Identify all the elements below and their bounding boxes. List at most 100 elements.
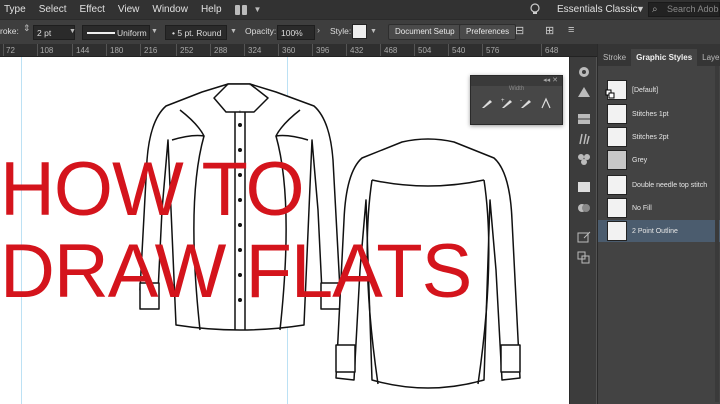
- menu-help[interactable]: Help: [195, 4, 229, 15]
- ruler-line: [210, 44, 211, 56]
- style-item-grey[interactable]: Grey: [598, 149, 720, 171]
- default-style-icon: [605, 89, 615, 99]
- profile-label: Uniform: [117, 28, 147, 38]
- tab-stroke[interactable]: Stroke: [598, 49, 631, 66]
- profile-chevron-icon[interactable]: ▼: [151, 28, 158, 35]
- menu-effect[interactable]: Effect: [73, 4, 111, 15]
- ruler-tick: 108: [40, 46, 54, 55]
- style-item-2-point-outline[interactable]: 2 Point Outline: [598, 220, 720, 242]
- panel-collapse-icon[interactable]: ◂◂ ✕: [471, 76, 562, 86]
- brush-dot-icon: •: [172, 28, 175, 38]
- svg-text:+: +: [501, 98, 505, 104]
- ruler-tick: 432: [350, 46, 364, 55]
- svg-text:-: -: [520, 98, 522, 104]
- add-anchor-icon[interactable]: +: [500, 96, 514, 110]
- panel-tabs: Stroke Graphic Styles Layers: [598, 44, 720, 66]
- style-label: [Default]: [632, 86, 659, 94]
- stroke-label: roke:: [0, 26, 19, 36]
- gradient-icon[interactable]: [576, 180, 592, 194]
- anchor-point-icon[interactable]: [539, 96, 553, 110]
- workspace-switcher[interactable]: Essentials Classic: [557, 4, 638, 15]
- transform-icon[interactable]: ⊞: [545, 24, 554, 37]
- style-label: Style:: [330, 26, 352, 36]
- transparency-icon[interactable]: [576, 201, 592, 215]
- ruler-line: [448, 44, 449, 56]
- chevron-down-icon[interactable]: ▼: [254, 5, 262, 14]
- artboards-icon[interactable]: [576, 250, 592, 264]
- panel-icon-strip: [569, 57, 596, 404]
- style-item-no-fill[interactable]: No Fill: [598, 197, 720, 219]
- ruler-line: [37, 44, 38, 56]
- style-swatch: [607, 198, 627, 218]
- style-label: Double needle top stitch: [632, 181, 708, 189]
- menu-view[interactable]: View: [112, 4, 147, 15]
- opacity-field[interactable]: 100%: [277, 25, 315, 40]
- ruler-tick: 216: [144, 46, 158, 55]
- style-item-stitches-2pt[interactable]: Stitches 2pt: [598, 126, 720, 148]
- ruler-line: [176, 44, 177, 56]
- ruler-line: [72, 44, 73, 56]
- headline-line-2: DRAW FLATS: [0, 229, 472, 314]
- stroke-stepper-icon[interactable]: ⇕: [23, 23, 31, 34]
- style-swatch[interactable]: [352, 24, 367, 39]
- ruler-line: [140, 44, 141, 56]
- ruler-tick: 360: [282, 46, 296, 55]
- ruler-tick: 180: [110, 46, 124, 55]
- back-cuff-right: [500, 344, 521, 373]
- ruler-line: [380, 44, 381, 56]
- profile-line-icon: [87, 32, 115, 34]
- preferences-button[interactable]: Preferences: [459, 24, 517, 40]
- ruler-line: [346, 44, 347, 56]
- headline-line-1: HOW TO: [0, 147, 305, 232]
- stroke-weight-chevron-icon[interactable]: ▼: [69, 28, 76, 35]
- symbols-icon[interactable]: [576, 152, 592, 166]
- export-icon[interactable]: [576, 230, 592, 244]
- panel-menu-icon[interactable]: ≡: [568, 24, 574, 36]
- back-cuff-left: [335, 344, 356, 373]
- brushes-icon[interactable]: [576, 132, 592, 146]
- align-icon[interactable]: ⊟: [515, 24, 524, 37]
- ruler-tick: 288: [214, 46, 228, 55]
- style-label: Stitches 1pt: [632, 110, 669, 118]
- brush-chevron-icon[interactable]: ▼: [230, 28, 237, 35]
- ruler-tick: 540: [452, 46, 466, 55]
- menu-select[interactable]: Select: [33, 4, 74, 15]
- brush-label: 5 pt. Round: [177, 28, 222, 38]
- swatches-icon[interactable]: [576, 112, 592, 126]
- delete-anchor-icon[interactable]: -: [519, 96, 533, 110]
- tab-graphic-styles[interactable]: Graphic Styles: [631, 49, 698, 66]
- ruler-line: [482, 44, 483, 56]
- search-input[interactable]: ⌕ Search Adobe: [648, 2, 720, 17]
- color-guide-icon[interactable]: [576, 85, 592, 99]
- opacity-arrow-icon[interactable]: ›: [317, 25, 320, 35]
- search-icon: ⌕: [652, 4, 658, 15]
- menu-window[interactable]: Window: [146, 4, 195, 15]
- ruler-line: [312, 44, 313, 56]
- ruler-line: [244, 44, 245, 56]
- document-setup-button[interactable]: Document Setup: [388, 24, 462, 40]
- ruler-tick: 396: [316, 46, 330, 55]
- style-item-default[interactable]: [Default]: [598, 79, 720, 101]
- ruler-tick: 72: [6, 46, 15, 55]
- style-chevron-icon[interactable]: ▼: [370, 28, 377, 35]
- width-tool-panel[interactable]: ◂◂ ✕ Width + -: [470, 75, 563, 125]
- menu-type[interactable]: Type: [0, 4, 33, 15]
- panel-scrollbar[interactable]: [715, 66, 719, 402]
- style-item-double-needle[interactable]: Double needle top stitch: [598, 174, 720, 196]
- tab-layers[interactable]: Layers: [697, 49, 720, 66]
- workspace-chevron-icon[interactable]: ▼: [636, 4, 645, 14]
- brush-definition[interactable]: • 5 pt. Round: [165, 25, 227, 40]
- style-swatch: [607, 175, 627, 195]
- color-wheel-icon[interactable]: [576, 65, 592, 79]
- style-swatch: [607, 127, 627, 147]
- ruler-line: [414, 44, 415, 56]
- arrange-documents-icon[interactable]: [234, 4, 251, 16]
- search-placeholder: Search Adobe: [667, 4, 720, 14]
- style-label: Stitches 2pt: [632, 133, 669, 141]
- ruler-line: [106, 44, 107, 56]
- horizontal-ruler: 72 108 144 180 216 252 288 324 360 396 4…: [0, 44, 600, 57]
- width-tool-icon[interactable]: [480, 96, 494, 110]
- style-item-stitches-1pt[interactable]: Stitches 1pt: [598, 103, 720, 125]
- variable-width-profile[interactable]: Uniform: [82, 25, 150, 40]
- lightbulb-icon[interactable]: [528, 2, 542, 16]
